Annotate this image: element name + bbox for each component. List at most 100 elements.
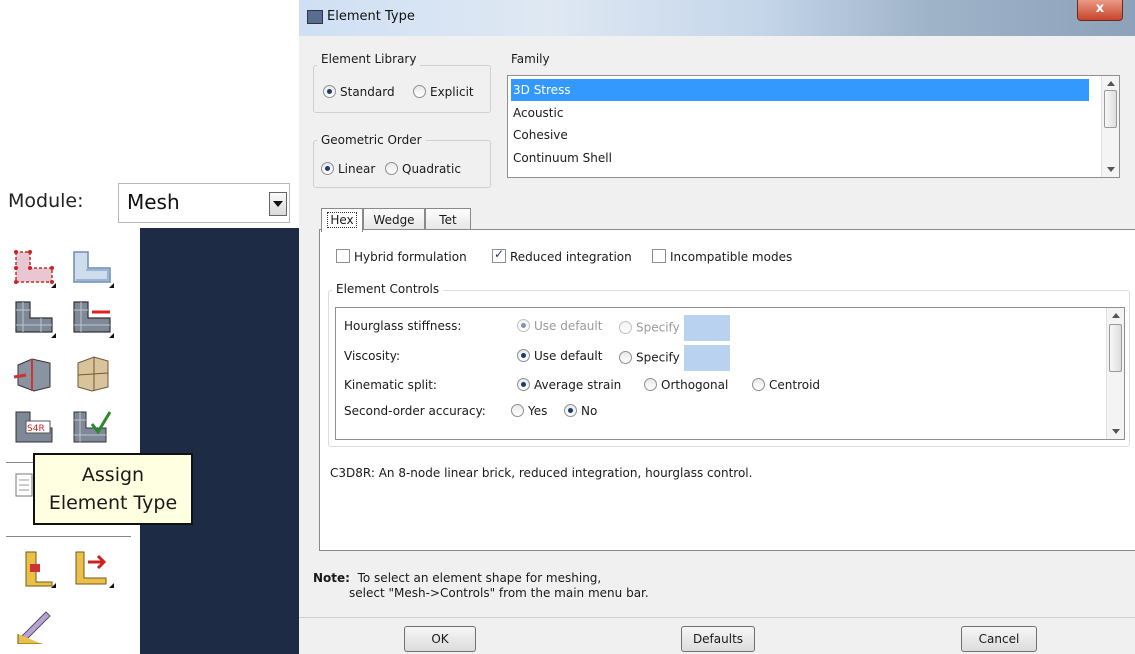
radio-label: Use default [534,349,603,363]
reduced-integration-checkbox[interactable]: Reduced integration [492,247,632,264]
viewport-canvas[interactable] [140,228,300,654]
scroll-thumb[interactable] [1104,90,1117,128]
second-order-no-radio[interactable]: No [564,400,597,422]
radio-label: Yes [528,404,548,418]
family-item[interactable]: Cohesive [511,124,1089,146]
family-item[interactable]: 3D Stress [511,79,1089,101]
radio-label: Average strain [534,378,622,392]
delete-seeds-icon[interactable] [70,248,114,288]
cancel-button[interactable]: Cancel [961,626,1037,652]
module-select[interactable]: Mesh [118,183,290,223]
radio-indicator [619,350,632,364]
radio-label: No [581,404,598,418]
radio-indicator [619,320,632,334]
tab-wedge[interactable]: Wedge [363,208,425,231]
radio-indicator [517,378,530,391]
window-icon [307,10,323,24]
incompatible-modes-checkbox[interactable]: Incompatible modes [652,249,792,264]
scroll-down-icon[interactable] [1107,167,1115,172]
module-label: Module: [8,190,84,212]
tab-label: Hex [327,212,357,228]
scroll-down-icon[interactable] [1112,429,1120,434]
partition-icon[interactable] [12,353,56,393]
family-item[interactable]: Acoustic [511,102,1089,124]
hex-tab-panel: Hybrid formulation Reduced integration I… [319,229,1135,551]
checkbox-label: Hybrid formulation [354,250,467,264]
hourglass-value-field[interactable] [683,315,730,341]
viscosity-use-default-radio[interactable]: Use default [517,345,602,367]
dialog-title: Element Type [327,9,415,24]
tooltip-line1: Assign [81,464,145,486]
note-label: Note: [313,571,350,585]
row-label: Viscosity: [344,349,401,363]
hourglass-specify-radio[interactable]: Specify [619,315,730,341]
radio-indicator [385,162,398,175]
assign-element-type-icon[interactable]: S4R [12,408,56,448]
dialog-titlebar[interactable]: Element Type x [299,0,1135,36]
viscosity-specify-radio[interactable]: Specify [619,345,730,371]
second-order-yes-radio[interactable]: Yes [511,400,547,422]
module-select-value: Mesh [127,190,180,214]
viscosity-value-field[interactable] [683,345,730,371]
checkbox-indicator [492,247,506,263]
hybrid-formulation-checkbox[interactable]: Hybrid formulation [336,249,467,264]
radio-label: Specify [636,320,680,335]
centroid-radio[interactable]: Centroid [752,374,820,396]
controls-scrollbar[interactable] [1106,308,1124,439]
hourglass-use-default-radio[interactable]: Use default [517,315,602,337]
radio-indicator [752,378,765,391]
note-line1: Note: To select an element shape for mes… [313,571,601,585]
footer-separator [299,617,1135,618]
order-linear-radio[interactable]: Linear [321,162,375,176]
clipped-row [344,428,944,434]
checkbox-label: Reduced integration [510,250,632,264]
radio-label: Use default [534,319,603,333]
family-item[interactable]: Continuum Shell [511,147,1089,169]
mesh-toolbox: S4R [0,228,136,654]
radio-indicator [644,378,657,391]
radio-indicator [517,319,530,332]
element-controls-list[interactable]: Hourglass stiffness: Use default Specify… [335,307,1125,440]
orthogonal-radio[interactable]: Orthogonal [644,374,728,396]
mesh-part-icon[interactable] [12,298,56,338]
edit-mesh-icon[interactable] [12,548,56,588]
virtual-topology-icon[interactable] [70,353,114,393]
element-controls-legend: Element Controls [332,282,444,296]
checkbox-indicator [336,249,350,263]
radio-indicator [564,404,577,417]
radio-indicator [511,404,524,417]
library-explicit-radio[interactable]: Explicit [413,85,474,99]
element-library-legend: Element Library [317,52,421,66]
svg-text:S4R: S4R [27,424,45,434]
scroll-up-icon[interactable] [1112,313,1120,318]
mesh-transfer-icon[interactable] [70,548,114,588]
family-scrollbar[interactable] [1101,76,1119,177]
toolbox-separator [6,536,131,537]
scroll-up-icon[interactable] [1107,81,1115,86]
order-quadratic-radio[interactable]: Quadratic [385,162,461,176]
chevron-down-icon[interactable] [269,192,287,216]
tooltip-line2: Element Type [48,492,178,514]
edit-pencil-icon[interactable] [12,604,56,645]
average-strain-radio[interactable]: Average strain [517,374,621,396]
scroll-thumb[interactable] [1109,324,1122,372]
family-listbox[interactable]: 3D Stress Acoustic Cohesive Continuum Sh… [507,75,1120,178]
tab-tet[interactable]: Tet [425,208,471,231]
ok-button[interactable]: OK [404,626,476,652]
tab-label: Wedge [373,213,415,227]
geometric-order-legend: Geometric Order [317,133,426,147]
radio-indicator [413,85,426,98]
row-label: Second-order accuracy: [344,404,486,418]
defaults-button[interactable]: Defaults [681,626,755,652]
tab-hex[interactable]: Hex [321,208,363,232]
element-description: C3D8R: An 8-node linear brick, reduced i… [330,466,753,480]
radio-indicator [321,162,334,175]
close-button[interactable]: x [1077,0,1123,21]
mesh-region-icon[interactable] [70,298,114,338]
radio-label: Standard [340,85,395,99]
library-standard-radio[interactable]: Standard [323,85,395,99]
verify-mesh-icon[interactable] [70,408,114,448]
seed-part-icon[interactable] [12,248,56,288]
element-type-dialog: Element Type x Element Library Standard … [299,0,1135,654]
row-label: Kinematic split: [344,378,437,392]
